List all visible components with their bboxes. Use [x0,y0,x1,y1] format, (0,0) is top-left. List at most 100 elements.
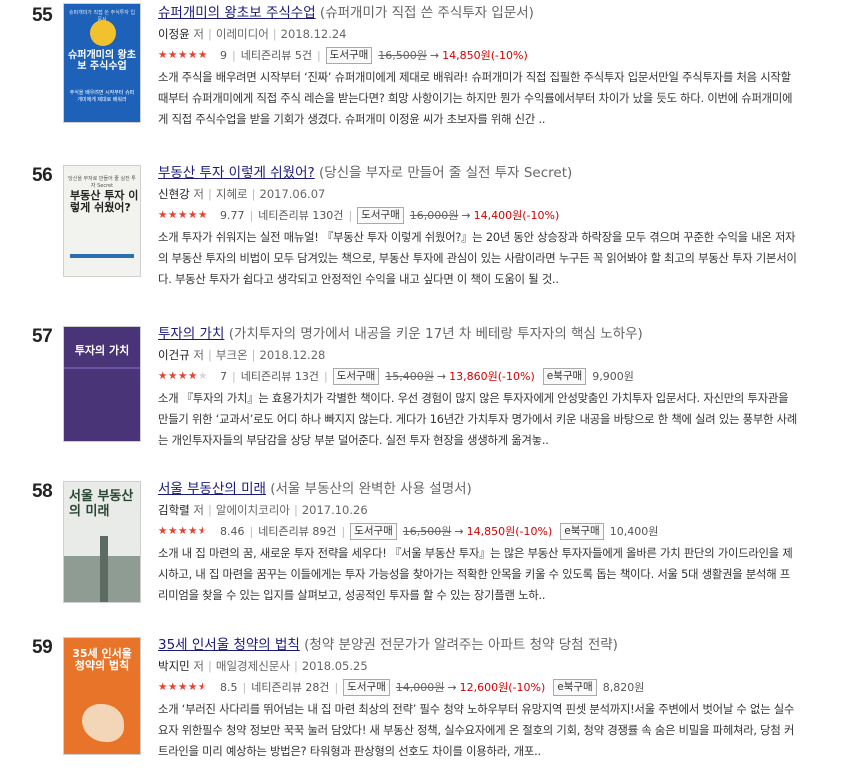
book-item: 56 당신을 부자로 만들어 줄 실전 투자 Secret 부동산 투자 이렇게… [0,163,852,315]
book-subtitle: (서울 부동산의 완벽한 사용 설명서) [270,481,472,497]
book-item: 59 35세 인서울 청약의 법칙 35세 인서울 청약의 법칙 (청약 분양권… [0,635,852,773]
book-description: 소개 내 집 마련의 꿈, 새로운 투자 전략을 세우다! 『서울 부동산 투자… [158,547,793,602]
rank-number: 56 [32,165,53,186]
book-subtitle: (청약 분양권 전문가가 알려주는 아파트 청약 당첨 전략) [304,637,618,653]
price-arrow: → [429,49,440,62]
buy-book-button[interactable]: 도서구매 [325,47,373,64]
separator: | [272,27,277,41]
book-author[interactable]: 김학렬 [158,503,190,517]
buy-book-button[interactable]: 도서구매 [350,523,397,540]
separator: | [208,27,212,41]
buy-book-button[interactable]: 도서구매 [357,207,404,224]
review-count-link[interactable]: 네티즌리뷰 5건 [241,46,312,65]
book-cover[interactable]: 35세 인서울 청약의 법칙 [63,637,141,755]
cover-stripe [70,254,134,258]
cover-tower [100,536,108,602]
book-title-link[interactable]: 투자의 가치 [158,326,224,342]
author-suffix: 저 [193,659,204,673]
separator: | [232,49,236,62]
publish-date: 2017.06.07 [259,187,326,201]
cover-title: 투자의 가치 [74,344,130,357]
book-publisher[interactable]: 이레미디어 [216,27,269,41]
book-author[interactable]: 박지민 [158,659,190,673]
review-count-link[interactable]: 네티즌리뷰 28건 [251,678,329,697]
sale-price: 14,850원(-10%) [466,525,553,538]
buy-ebook-button[interactable]: e북구매 [553,679,597,696]
book-author[interactable]: 신현강 [158,187,190,201]
separator: | [208,503,212,517]
separator: | [251,187,256,201]
review-count-link[interactable]: 네티즌리뷰 89건 [258,522,336,541]
rank-number: 58 [32,481,53,502]
book-title-link[interactable]: 부동산 투자 이렇게 쉬웠어? [158,165,315,181]
sale-price: 14,850원(-10%) [442,49,528,62]
review-count-link[interactable]: 네티즌리뷰 13건 [241,367,319,386]
book-title-link[interactable]: 서울 부동산의 미래 [158,481,266,497]
rating-score: 9 [220,49,227,62]
publish-date: 2018.12.28 [259,348,326,362]
book-subtitle: (가치투자의 명가에서 내공을 키운 17년 차 베테랑 투자자의 핵심 노하우… [228,326,643,342]
author-suffix: 저 [193,348,204,362]
book-description: 소개 주식을 배우려면 시작부터 ‘진짜’ 슈퍼개미에게 제대로 배워라! 슈퍼… [158,71,793,126]
book-cover[interactable]: 서울 부동산의 미래 [63,481,141,603]
book-title-link[interactable]: 슈퍼개미의 왕초보 주식수업 [158,5,316,21]
rating-score: 7 [220,370,227,383]
star-rating: ★★★★★★★★★★ [158,524,209,537]
separator: | [316,49,321,62]
book-cover[interactable]: 당신을 부자로 만들어 줄 실전 투자 Secret 부동산 투자 이렇게 쉬웠… [63,165,141,277]
book-cover[interactable]: 슈퍼개미가 직접 쓴 주식투자 입문서 슈퍼개미의 왕초보 주식수업 주식을 배… [63,3,141,123]
rating-score: 9.77 [220,209,245,222]
separator: | [293,503,298,517]
rank-number: 59 [32,637,53,658]
book-publisher[interactable]: 매일경제신문사 [216,659,290,673]
separator: | [208,659,212,673]
star-rating: ★★★★★★★★★★ [158,208,209,221]
original-price: 16,500원 [402,525,452,538]
cover-title: 35세 인서울 청약의 법칙 [72,647,132,673]
book-publisher[interactable]: 지혜로 [216,187,248,201]
separator: | [208,348,212,362]
sale-price: 12,600원(-10%) [459,681,546,694]
rating-score: 8.46 [220,525,245,538]
separator: | [232,370,236,383]
cover-title: 서울 부동산의 미래 [69,489,134,519]
publish-date: 2018.12.24 [280,27,347,41]
separator: | [249,209,254,222]
book-item: 57 투자의 가치 투자의 가치 (가치투자의 명가에서 내공을 키운 17년 … [0,324,852,476]
separator: | [293,659,298,673]
cover-title: 슈퍼개미의 왕초보 주식수업 [68,50,136,73]
book-description: 소개 ‘부러진 사다리를 뛰어넘는 내 집 마련 최상의 전략’ 필수 청약 노… [158,703,795,758]
separator: | [249,525,254,538]
cover-title: 부동산 투자 이렇게 쉬웠어? [70,189,139,215]
book-description: 소개 투자가 쉬워지는 실전 매뉴얼! 『부동산 투자 이렇게 쉬웠어?』는 2… [158,231,797,286]
book-item: 55 슈퍼개미가 직접 쓴 주식투자 입문서 슈퍼개미의 왕초보 주식수업 주식… [0,3,852,155]
book-description: 소개 『투자의 가치』는 효용가치가 각별한 책이다. 우선 경험이 많지 않은… [158,392,798,447]
book-author[interactable]: 이정윤 [158,27,190,41]
separator: | [208,187,212,201]
review-count-link[interactable]: 네티즌리뷰 130건 [258,206,343,225]
author-suffix: 저 [193,503,204,517]
cover-tagline: 주식을 배우려면 시작부터 슈퍼개미에게 제대로 배워라 [69,90,135,103]
rating-score: 8.5 [220,681,238,694]
original-price: 16,000원 [409,209,459,222]
star-rating: ★★★★★★★★★★ [158,680,209,693]
separator: | [242,681,247,694]
book-publisher[interactable]: 알에이치코리아 [216,503,290,517]
publish-date: 2018.05.25 [301,659,368,673]
buy-book-button[interactable]: 도서구매 [343,679,390,696]
separator: | [348,209,353,222]
ebook-price: 8,820원 [602,681,645,694]
buy-book-button[interactable]: 도서구매 [332,368,380,385]
cover-map [82,704,124,742]
book-title-link[interactable]: 35세 인서울 청약의 법칙 [158,637,300,653]
original-price: 16,500원 [378,49,427,62]
book-subtitle: (당신을 부자로 만들어 줄 실전 투자 Secret) [318,165,573,181]
book-publisher[interactable]: 부크온 [216,348,248,362]
buy-ebook-button[interactable]: e북구매 [542,368,587,385]
price-arrow: → [447,681,457,694]
book-author[interactable]: 이건규 [158,348,190,362]
price-arrow: → [461,209,471,222]
buy-ebook-button[interactable]: e북구매 [560,523,604,540]
original-price: 15,400원 [385,370,434,383]
book-cover[interactable]: 투자의 가치 [63,326,141,442]
